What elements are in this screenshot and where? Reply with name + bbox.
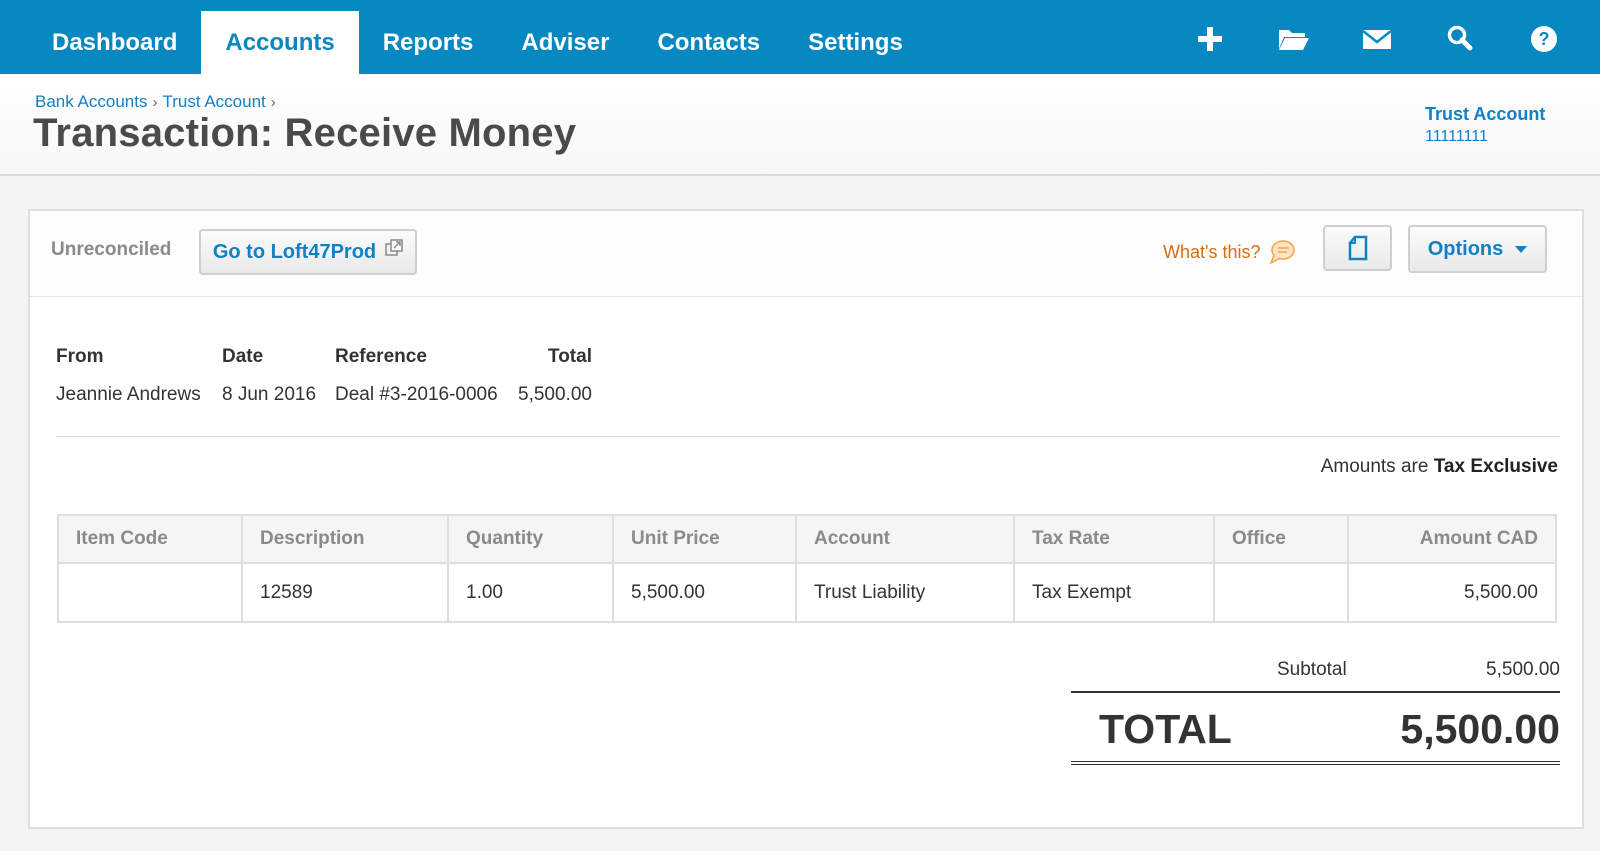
col-tax-rate: Tax Rate	[1013, 514, 1215, 564]
col-office: Office	[1213, 514, 1349, 564]
subtotal-value: 5,500.00	[1486, 659, 1560, 680]
date-value: 8 Jun 2016	[222, 384, 317, 405]
external-link-icon	[385, 239, 403, 256]
cell-account: Trust Liability	[795, 562, 1015, 623]
breadcrumb-separator: ›	[270, 94, 276, 111]
total-row: TOTAL 5,500.00	[1071, 691, 1560, 765]
tab-accounts[interactable]: Accounts	[201, 11, 359, 74]
cell-item-code	[57, 562, 243, 623]
col-account: Account	[795, 514, 1015, 564]
cell-office	[1213, 562, 1349, 623]
status-label: Unreconciled	[51, 239, 172, 260]
document-icon	[1348, 235, 1367, 261]
table-row: 12589 1.00 5,500.00 Trust Liability Tax …	[57, 562, 1557, 623]
options-button[interactable]: Options	[1408, 225, 1547, 273]
tax-note-prefix: Amounts are	[1320, 456, 1429, 477]
svg-text:?: ?	[1539, 29, 1550, 49]
cell-quantity: 1.00	[447, 562, 614, 623]
from-contact-link[interactable]: Jeannie Andrews	[56, 384, 201, 406]
cell-description: 12589	[241, 562, 449, 623]
breadcrumb-trust-account[interactable]: Trust Account	[162, 92, 265, 111]
col-amount: Amount CAD	[1347, 514, 1557, 564]
go-to-app-label: Go to Loft47Prod	[212, 240, 377, 263]
breadcrumb-separator: ›	[152, 94, 158, 111]
card-toolbar: Unreconciled Go to Loft47Prod What's thi…	[30, 211, 1582, 297]
divider	[56, 436, 1560, 437]
col-item-code: Item Code	[57, 514, 243, 564]
cell-tax-rate: Tax Exempt	[1013, 562, 1215, 623]
whats-this-label: What's this?	[1163, 241, 1261, 262]
plus-icon[interactable]	[1193, 22, 1227, 56]
speech-bubble-icon	[1270, 240, 1296, 265]
total-value: 5,500.00	[518, 384, 592, 405]
transaction-card: Unreconciled Go to Loft47Prod What's thi…	[28, 209, 1584, 829]
top-nav: Dashboard Accounts Reports Adviser Conta…	[0, 0, 1600, 74]
page-header: Bank Accounts › Trust Account › Transaction…	[0, 74, 1600, 176]
go-to-app-button[interactable]: Go to Loft47Prod	[199, 229, 417, 275]
account-info: Trust Account 11111111	[1425, 104, 1545, 146]
chevron-down-icon	[1515, 245, 1528, 253]
col-description: Description	[241, 514, 449, 564]
search-icon[interactable]	[1443, 22, 1477, 56]
account-number: 11111111	[1425, 128, 1488, 145]
page-title: Transaction: Receive Money	[33, 111, 577, 155]
options-label: Options	[1427, 237, 1504, 260]
breadcrumb: Bank Accounts › Trust Account ›	[35, 92, 281, 112]
breadcrumb-bank-accounts[interactable]: Bank Accounts	[35, 92, 147, 111]
tab-contacts[interactable]: Contacts	[633, 11, 784, 74]
folder-icon[interactable]	[1276, 22, 1310, 56]
total-label: TOTAL	[1099, 706, 1232, 752]
from-header: From	[56, 346, 104, 367]
total-header: Total	[548, 346, 592, 367]
tax-note: Amounts are Tax Exclusive	[1321, 456, 1558, 478]
col-unit-price: Unit Price	[612, 514, 797, 564]
subtotal-row: Subtotal 5,500.00	[1071, 651, 1560, 691]
mail-icon[interactable]	[1360, 22, 1394, 56]
cell-unit-price: 5,500.00	[612, 562, 797, 623]
tax-mode: Tax Exclusive	[1433, 456, 1558, 477]
total-value-large: 5,500.00	[1400, 706, 1560, 752]
tab-settings[interactable]: Settings	[784, 11, 927, 74]
document-button[interactable]	[1323, 225, 1392, 271]
cell-amount: 5,500.00	[1347, 562, 1557, 623]
whats-this-link[interactable]: What's this?	[1163, 239, 1296, 265]
reference-header: Reference	[335, 346, 427, 367]
tab-dashboard[interactable]: Dashboard	[28, 11, 201, 74]
line-items-table: Item Code Description Quantity Unit Pric…	[57, 514, 1557, 623]
tab-adviser[interactable]: Adviser	[497, 11, 633, 74]
col-quantity: Quantity	[447, 514, 614, 564]
reference-value: Deal #3-2016-0006	[335, 384, 498, 405]
tab-reports[interactable]: Reports	[359, 11, 498, 74]
subtotal-label: Subtotal	[1277, 659, 1347, 680]
help-icon[interactable]: ?	[1527, 22, 1561, 56]
account-name-link[interactable]: Trust Account	[1425, 104, 1545, 125]
date-header: Date	[222, 346, 264, 367]
totals-block: Subtotal 5,500.00 TOTAL 5,500.00	[1071, 651, 1560, 765]
table-header-row: Item Code Description Quantity Unit Pric…	[57, 514, 1557, 564]
nav-tabs: Dashboard Accounts Reports Adviser Conta…	[28, 11, 927, 74]
